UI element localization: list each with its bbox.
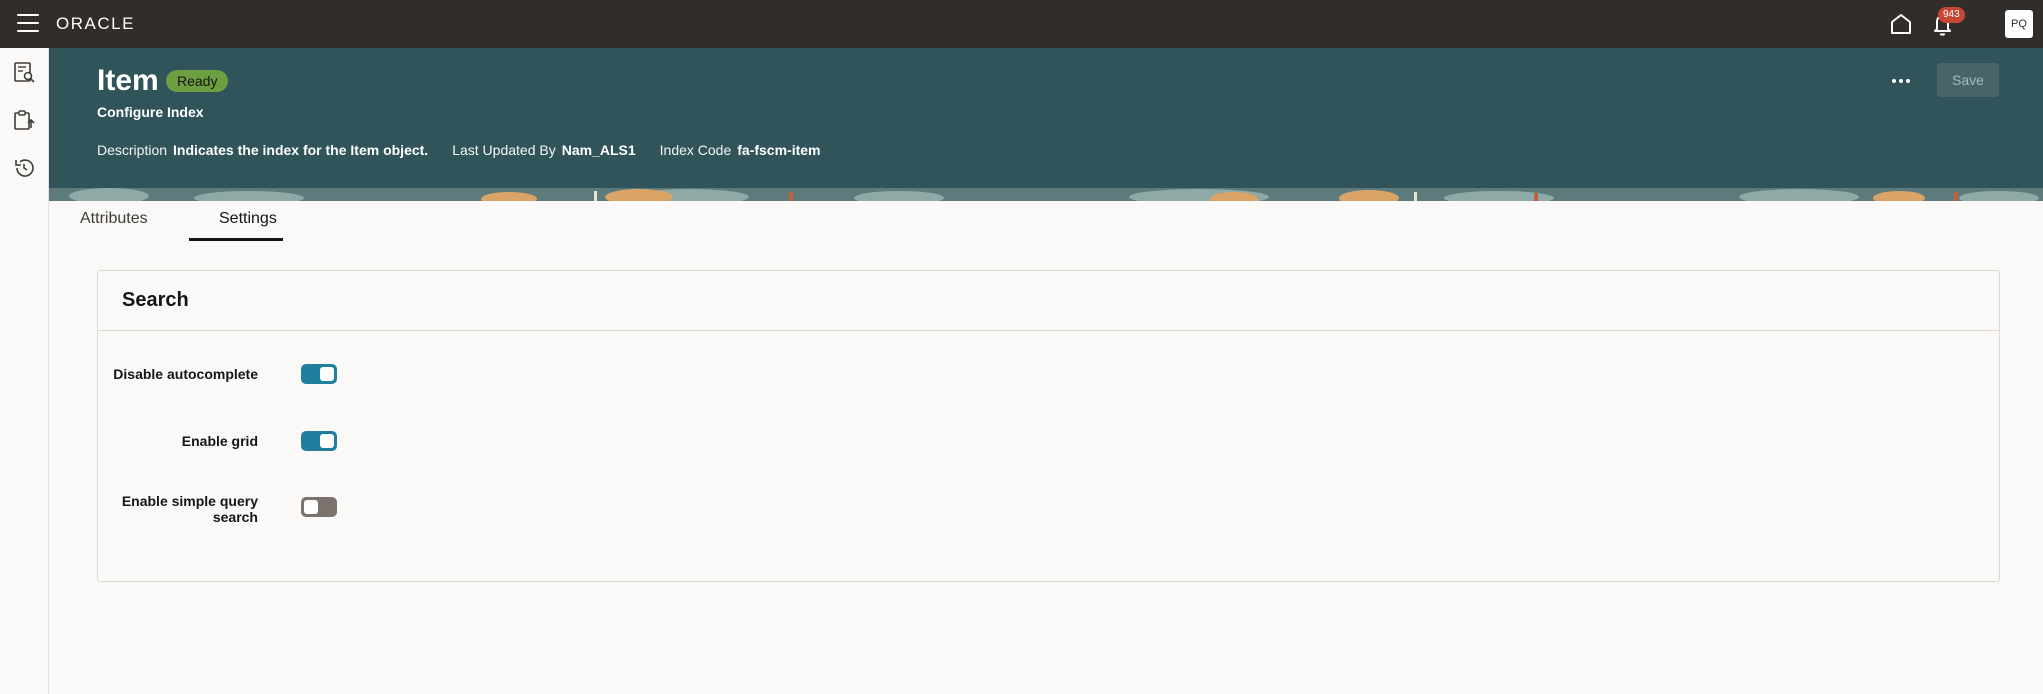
enable-simple-query-search-switch[interactable]	[301, 497, 337, 517]
clipboard-export-icon[interactable]	[12, 108, 36, 132]
search-list-icon[interactable]	[12, 60, 36, 84]
description-value: Indicates the index for the Item object.	[173, 142, 429, 158]
page-subtitle: Configure Index	[97, 104, 204, 120]
save-button[interactable]: Save	[1937, 63, 1999, 97]
notification-count-badge: 943	[1938, 7, 1965, 23]
active-tab-indicator	[189, 238, 283, 241]
page-header-banner: Item Ready Configure Index Description I…	[49, 48, 2043, 201]
enable-simple-query-search-label: Enable simple query search	[121, 493, 258, 525]
index-code-value: fa-fscm-item	[737, 142, 821, 158]
history-icon[interactable]	[12, 156, 36, 180]
card-title: Search	[122, 289, 189, 311]
disable-autocomplete-switch[interactable]	[301, 364, 337, 384]
left-rail	[0, 48, 49, 694]
page-title: Item	[97, 64, 159, 97]
hamburger-menu-icon[interactable]	[17, 14, 39, 32]
tab-settings[interactable]: Settings	[219, 210, 277, 228]
disable-autocomplete-label: Disable autocomplete	[113, 366, 258, 382]
index-code-label: Index Code	[659, 142, 732, 158]
status-badge: Ready	[166, 70, 229, 92]
user-avatar[interactable]: PQ	[2005, 10, 2033, 38]
more-actions-icon[interactable]	[1886, 66, 1916, 96]
decorative-pattern-strip	[49, 188, 2043, 201]
last-updated-label: Last Updated By	[452, 142, 556, 158]
header-metadata: Description Indicates the index for the …	[97, 142, 839, 158]
last-updated-value: Nam_ALS1	[561, 142, 636, 158]
tab-bar: Attributes Settings	[49, 201, 2043, 241]
tab-attributes[interactable]: Attributes	[80, 210, 148, 228]
search-settings-card: Search Disable autocomplete Enable grid …	[97, 270, 2000, 582]
top-bar: ORACLE 943 PQ	[0, 0, 2043, 48]
card-divider	[98, 330, 1999, 331]
home-icon[interactable]	[1888, 11, 1914, 37]
description-label: Description	[97, 142, 168, 158]
enable-grid-label: Enable grid	[181, 433, 258, 449]
oracle-logo[interactable]: ORACLE	[56, 14, 135, 34]
enable-grid-switch[interactable]	[301, 431, 337, 451]
